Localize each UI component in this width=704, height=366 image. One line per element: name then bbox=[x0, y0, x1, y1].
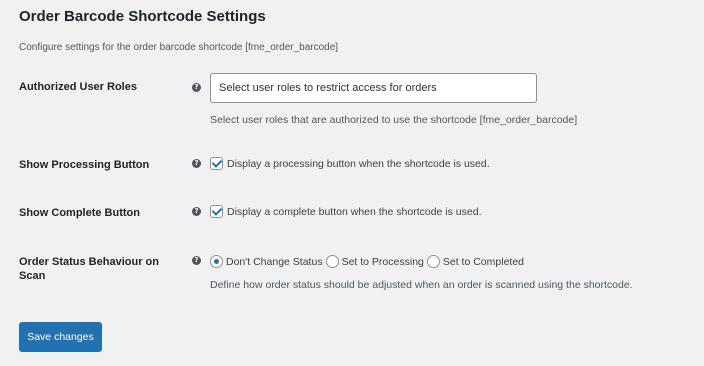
complete-button-option[interactable]: Display a complete button when the short… bbox=[210, 205, 481, 218]
processing-button-checkbox[interactable] bbox=[210, 157, 223, 170]
order-status-description: Define how order status should be adjust… bbox=[210, 279, 633, 291]
help-icon[interactable]: ? bbox=[192, 159, 201, 168]
radio-label-processing: Set to Processing bbox=[341, 255, 424, 268]
processing-button-option[interactable]: Display a processing button when the sho… bbox=[210, 157, 490, 170]
processing-button-checkbox-label: Display a processing button when the sho… bbox=[227, 157, 490, 170]
radio-option-completed[interactable]: Set to Completed bbox=[426, 255, 525, 268]
help-icon[interactable]: ? bbox=[192, 256, 201, 265]
radio-option-processing[interactable]: Set to Processing bbox=[325, 255, 424, 268]
page-description: Configure settings for the order barcode… bbox=[19, 42, 339, 53]
save-changes-button[interactable]: Save changes bbox=[19, 322, 102, 352]
user-roles-select[interactable]: Select user roles to restrict access for… bbox=[210, 73, 537, 103]
radio-label-dont-change: Don't Change Status bbox=[226, 255, 323, 268]
help-icon[interactable]: ? bbox=[192, 207, 201, 216]
processing-button-label: Show Processing Button bbox=[19, 159, 150, 171]
complete-button-checkbox[interactable] bbox=[210, 205, 223, 218]
radio-button-completed[interactable] bbox=[426, 255, 440, 268]
radio-button-dont-change[interactable] bbox=[210, 255, 223, 268]
radio-button-processing[interactable] bbox=[325, 255, 339, 268]
order-status-radio-group: Don't Change Status Set to Processing Se… bbox=[210, 255, 527, 268]
user-roles-label: Authorized User Roles bbox=[19, 81, 137, 93]
complete-button-label: Show Complete Button bbox=[19, 207, 140, 219]
user-roles-description: Select user roles that are authorized to… bbox=[210, 114, 578, 126]
help-icon[interactable]: ? bbox=[192, 83, 201, 92]
order-status-label: Order Status Behaviour on Scan bbox=[19, 256, 159, 282]
page-title: Order Barcode Shortcode Settings bbox=[19, 8, 266, 25]
complete-button-checkbox-label: Display a complete button when the short… bbox=[227, 205, 482, 218]
radio-option-dont-change[interactable]: Don't Change Status bbox=[210, 255, 323, 268]
radio-label-completed: Set to Completed bbox=[442, 255, 525, 268]
